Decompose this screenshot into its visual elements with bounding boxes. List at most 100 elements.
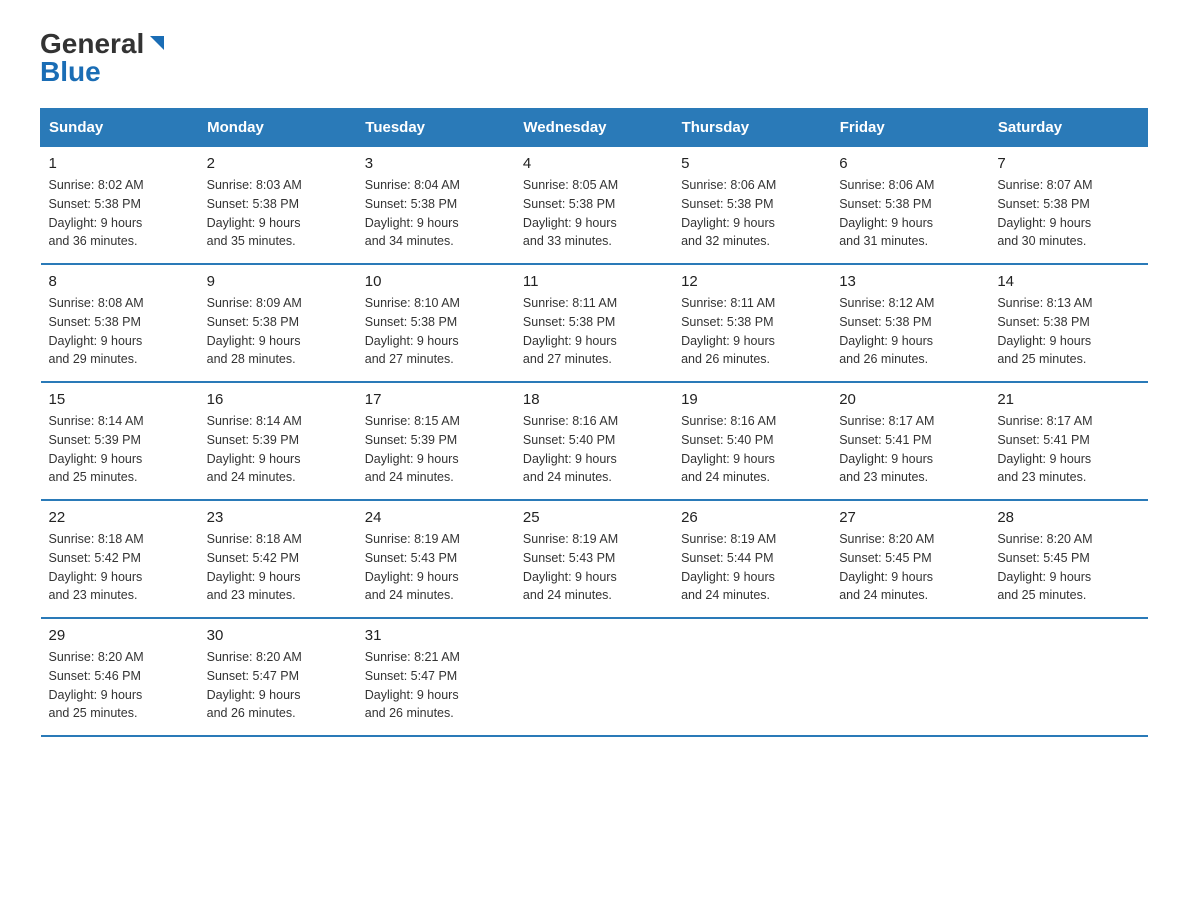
day-number: 22 bbox=[49, 509, 191, 526]
day-number: 25 bbox=[523, 509, 665, 526]
day-number: 9 bbox=[207, 273, 349, 290]
calendar-day-cell: 24 Sunrise: 8:19 AM Sunset: 5:43 PM Dayl… bbox=[357, 500, 515, 618]
day-number: 11 bbox=[523, 273, 665, 290]
day-number: 30 bbox=[207, 627, 349, 644]
day-number: 7 bbox=[997, 155, 1139, 172]
calendar-week-row: 29 Sunrise: 8:20 AM Sunset: 5:46 PM Dayl… bbox=[41, 618, 1148, 736]
day-number: 29 bbox=[49, 627, 191, 644]
calendar-week-row: 15 Sunrise: 8:14 AM Sunset: 5:39 PM Dayl… bbox=[41, 382, 1148, 500]
logo-blue-text: Blue bbox=[40, 56, 101, 88]
calendar-day-cell: 22 Sunrise: 8:18 AM Sunset: 5:42 PM Dayl… bbox=[41, 500, 199, 618]
day-number: 5 bbox=[681, 155, 823, 172]
col-header-saturday: Saturday bbox=[989, 109, 1147, 147]
calendar-day-cell: 1 Sunrise: 8:02 AM Sunset: 5:38 PM Dayli… bbox=[41, 147, 199, 265]
empty-day-cell bbox=[989, 618, 1147, 736]
calendar-day-cell: 27 Sunrise: 8:20 AM Sunset: 5:45 PM Dayl… bbox=[831, 500, 989, 618]
calendar-day-cell: 28 Sunrise: 8:20 AM Sunset: 5:45 PM Dayl… bbox=[989, 500, 1147, 618]
col-header-sunday: Sunday bbox=[41, 109, 199, 147]
day-number: 8 bbox=[49, 273, 191, 290]
calendar-day-cell: 18 Sunrise: 8:16 AM Sunset: 5:40 PM Dayl… bbox=[515, 382, 673, 500]
day-info: Sunrise: 8:04 AM Sunset: 5:38 PM Dayligh… bbox=[365, 176, 507, 251]
day-number: 16 bbox=[207, 391, 349, 408]
calendar-day-cell: 3 Sunrise: 8:04 AM Sunset: 5:38 PM Dayli… bbox=[357, 147, 515, 265]
calendar-day-cell: 13 Sunrise: 8:12 AM Sunset: 5:38 PM Dayl… bbox=[831, 264, 989, 382]
calendar-day-cell: 20 Sunrise: 8:17 AM Sunset: 5:41 PM Dayl… bbox=[831, 382, 989, 500]
calendar-day-cell: 4 Sunrise: 8:05 AM Sunset: 5:38 PM Dayli… bbox=[515, 147, 673, 265]
col-header-friday: Friday bbox=[831, 109, 989, 147]
day-info: Sunrise: 8:21 AM Sunset: 5:47 PM Dayligh… bbox=[365, 648, 507, 723]
day-info: Sunrise: 8:08 AM Sunset: 5:38 PM Dayligh… bbox=[49, 294, 191, 369]
day-info: Sunrise: 8:11 AM Sunset: 5:38 PM Dayligh… bbox=[681, 294, 823, 369]
day-info: Sunrise: 8:16 AM Sunset: 5:40 PM Dayligh… bbox=[523, 412, 665, 487]
day-number: 1 bbox=[49, 155, 191, 172]
calendar-day-cell: 29 Sunrise: 8:20 AM Sunset: 5:46 PM Dayl… bbox=[41, 618, 199, 736]
day-number: 24 bbox=[365, 509, 507, 526]
day-info: Sunrise: 8:14 AM Sunset: 5:39 PM Dayligh… bbox=[49, 412, 191, 487]
day-info: Sunrise: 8:20 AM Sunset: 5:47 PM Dayligh… bbox=[207, 648, 349, 723]
day-info: Sunrise: 8:16 AM Sunset: 5:40 PM Dayligh… bbox=[681, 412, 823, 487]
day-info: Sunrise: 8:14 AM Sunset: 5:39 PM Dayligh… bbox=[207, 412, 349, 487]
day-number: 23 bbox=[207, 509, 349, 526]
day-number: 27 bbox=[839, 509, 981, 526]
calendar-day-cell: 26 Sunrise: 8:19 AM Sunset: 5:44 PM Dayl… bbox=[673, 500, 831, 618]
day-info: Sunrise: 8:09 AM Sunset: 5:38 PM Dayligh… bbox=[207, 294, 349, 369]
day-info: Sunrise: 8:18 AM Sunset: 5:42 PM Dayligh… bbox=[207, 530, 349, 605]
calendar-week-row: 8 Sunrise: 8:08 AM Sunset: 5:38 PM Dayli… bbox=[41, 264, 1148, 382]
calendar-day-cell: 21 Sunrise: 8:17 AM Sunset: 5:41 PM Dayl… bbox=[989, 382, 1147, 500]
day-number: 26 bbox=[681, 509, 823, 526]
calendar-day-cell: 16 Sunrise: 8:14 AM Sunset: 5:39 PM Dayl… bbox=[199, 382, 357, 500]
day-info: Sunrise: 8:11 AM Sunset: 5:38 PM Dayligh… bbox=[523, 294, 665, 369]
calendar-day-cell: 11 Sunrise: 8:11 AM Sunset: 5:38 PM Dayl… bbox=[515, 264, 673, 382]
calendar-header-row: SundayMondayTuesdayWednesdayThursdayFrid… bbox=[41, 109, 1148, 147]
calendar-day-cell: 14 Sunrise: 8:13 AM Sunset: 5:38 PM Dayl… bbox=[989, 264, 1147, 382]
day-info: Sunrise: 8:06 AM Sunset: 5:38 PM Dayligh… bbox=[681, 176, 823, 251]
day-info: Sunrise: 8:02 AM Sunset: 5:38 PM Dayligh… bbox=[49, 176, 191, 251]
empty-day-cell bbox=[673, 618, 831, 736]
calendar-day-cell: 31 Sunrise: 8:21 AM Sunset: 5:47 PM Dayl… bbox=[357, 618, 515, 736]
calendar-day-cell: 17 Sunrise: 8:15 AM Sunset: 5:39 PM Dayl… bbox=[357, 382, 515, 500]
day-info: Sunrise: 8:19 AM Sunset: 5:43 PM Dayligh… bbox=[523, 530, 665, 605]
day-info: Sunrise: 8:17 AM Sunset: 5:41 PM Dayligh… bbox=[839, 412, 981, 487]
calendar-day-cell: 23 Sunrise: 8:18 AM Sunset: 5:42 PM Dayl… bbox=[199, 500, 357, 618]
logo: General Blue bbox=[40, 30, 168, 88]
day-info: Sunrise: 8:17 AM Sunset: 5:41 PM Dayligh… bbox=[997, 412, 1139, 487]
day-number: 13 bbox=[839, 273, 981, 290]
calendar-day-cell: 5 Sunrise: 8:06 AM Sunset: 5:38 PM Dayli… bbox=[673, 147, 831, 265]
day-number: 20 bbox=[839, 391, 981, 408]
day-number: 18 bbox=[523, 391, 665, 408]
day-info: Sunrise: 8:07 AM Sunset: 5:38 PM Dayligh… bbox=[997, 176, 1139, 251]
day-info: Sunrise: 8:20 AM Sunset: 5:46 PM Dayligh… bbox=[49, 648, 191, 723]
day-number: 3 bbox=[365, 155, 507, 172]
day-number: 12 bbox=[681, 273, 823, 290]
day-number: 14 bbox=[997, 273, 1139, 290]
day-info: Sunrise: 8:20 AM Sunset: 5:45 PM Dayligh… bbox=[839, 530, 981, 605]
day-info: Sunrise: 8:19 AM Sunset: 5:44 PM Dayligh… bbox=[681, 530, 823, 605]
empty-day-cell bbox=[515, 618, 673, 736]
day-number: 15 bbox=[49, 391, 191, 408]
day-number: 31 bbox=[365, 627, 507, 644]
logo-general-text: General bbox=[40, 30, 144, 58]
day-number: 10 bbox=[365, 273, 507, 290]
calendar-day-cell: 12 Sunrise: 8:11 AM Sunset: 5:38 PM Dayl… bbox=[673, 264, 831, 382]
calendar-table: SundayMondayTuesdayWednesdayThursdayFrid… bbox=[40, 108, 1148, 737]
day-number: 4 bbox=[523, 155, 665, 172]
day-info: Sunrise: 8:13 AM Sunset: 5:38 PM Dayligh… bbox=[997, 294, 1139, 369]
day-number: 17 bbox=[365, 391, 507, 408]
day-number: 28 bbox=[997, 509, 1139, 526]
calendar-day-cell: 30 Sunrise: 8:20 AM Sunset: 5:47 PM Dayl… bbox=[199, 618, 357, 736]
calendar-day-cell: 7 Sunrise: 8:07 AM Sunset: 5:38 PM Dayli… bbox=[989, 147, 1147, 265]
day-info: Sunrise: 8:06 AM Sunset: 5:38 PM Dayligh… bbox=[839, 176, 981, 251]
calendar-day-cell: 10 Sunrise: 8:10 AM Sunset: 5:38 PM Dayl… bbox=[357, 264, 515, 382]
calendar-day-cell: 15 Sunrise: 8:14 AM Sunset: 5:39 PM Dayl… bbox=[41, 382, 199, 500]
day-number: 6 bbox=[839, 155, 981, 172]
calendar-day-cell: 9 Sunrise: 8:09 AM Sunset: 5:38 PM Dayli… bbox=[199, 264, 357, 382]
day-number: 21 bbox=[997, 391, 1139, 408]
empty-day-cell bbox=[831, 618, 989, 736]
calendar-day-cell: 6 Sunrise: 8:06 AM Sunset: 5:38 PM Dayli… bbox=[831, 147, 989, 265]
calendar-week-row: 1 Sunrise: 8:02 AM Sunset: 5:38 PM Dayli… bbox=[41, 147, 1148, 265]
col-header-monday: Monday bbox=[199, 109, 357, 147]
day-info: Sunrise: 8:12 AM Sunset: 5:38 PM Dayligh… bbox=[839, 294, 981, 369]
calendar-day-cell: 8 Sunrise: 8:08 AM Sunset: 5:38 PM Dayli… bbox=[41, 264, 199, 382]
calendar-week-row: 22 Sunrise: 8:18 AM Sunset: 5:42 PM Dayl… bbox=[41, 500, 1148, 618]
col-header-thursday: Thursday bbox=[673, 109, 831, 147]
